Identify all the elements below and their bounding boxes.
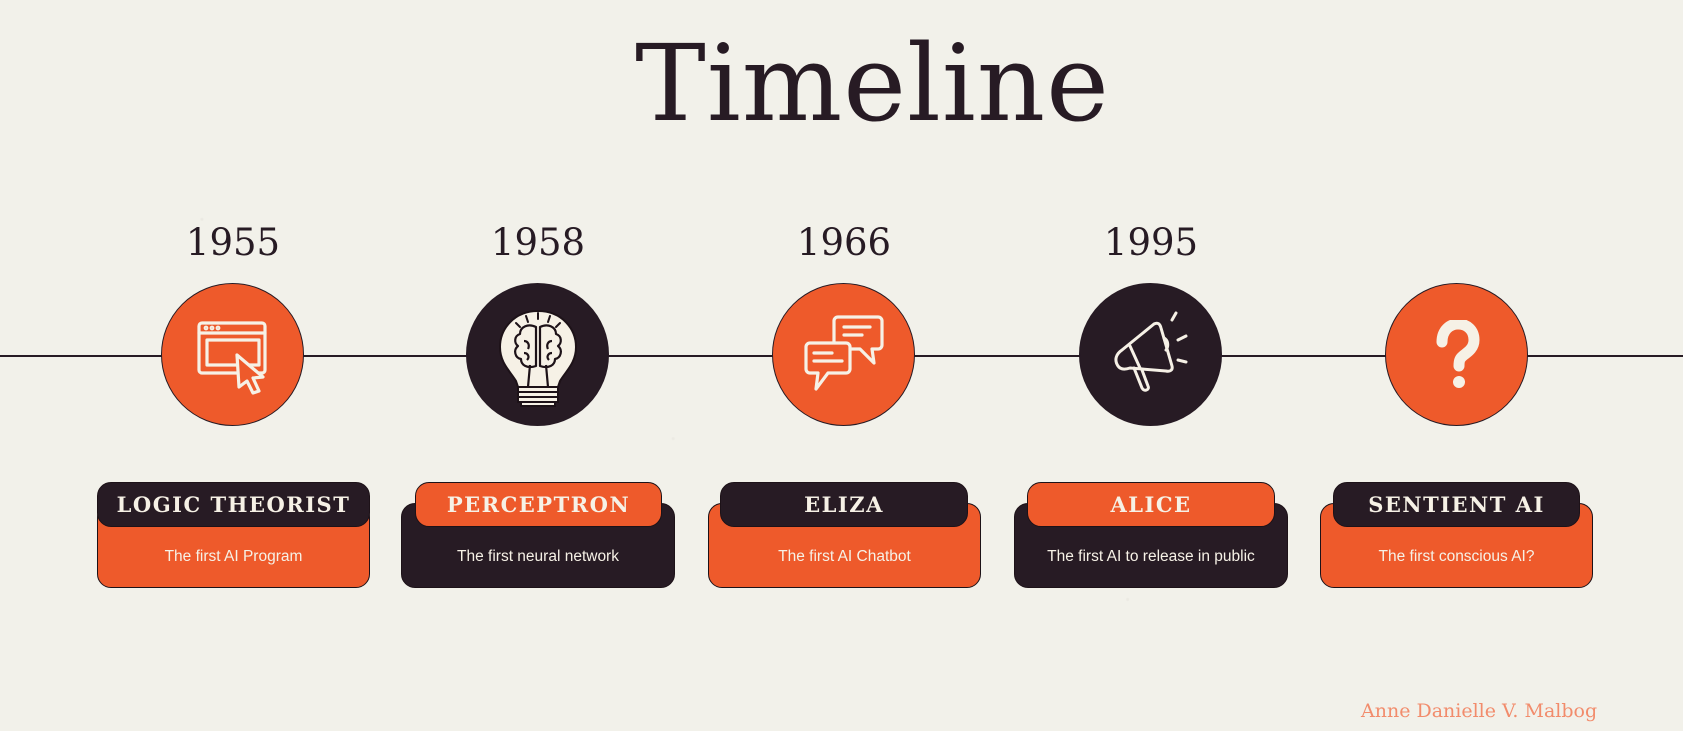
- event-year: 1966: [796, 221, 892, 264]
- brain-lightbulb-icon: [498, 309, 577, 407]
- event-description: The first AI Chatbot: [778, 548, 911, 565]
- event-label-perceptron: PERCEPTRON: [415, 482, 662, 527]
- event-label-sentient-ai: SENTIENT AI: [1333, 482, 1580, 527]
- event-title: ELIZA: [804, 492, 884, 517]
- event-title: SENTIENT AI: [1368, 492, 1545, 517]
- event-description: The first conscious AI?: [1378, 548, 1535, 565]
- event-circle-eliza: [772, 283, 915, 426]
- event-description: The first neural network: [457, 548, 619, 565]
- event-circle-logic-theorist: [161, 283, 304, 426]
- event-description: The first AI Program: [164, 548, 303, 565]
- event-label-eliza: ELIZA: [720, 482, 968, 527]
- event-label-logic-theorist: LOGIC THEORIST: [97, 482, 370, 527]
- page-title: Timeline: [635, 22, 1110, 145]
- event-circle-perceptron: [466, 283, 609, 426]
- chat-bubbles-icon: [803, 314, 884, 391]
- event-year: 1995: [1103, 221, 1199, 264]
- event-title: ALICE: [1110, 492, 1192, 517]
- event-circle-sentient-ai: [1385, 283, 1528, 426]
- event-year: 1958: [490, 221, 586, 264]
- event-description: The first AI to release in public: [1047, 548, 1255, 565]
- megaphone-icon: [1113, 311, 1187, 392]
- author-credit: Anne Danielle V. Malbog: [1361, 700, 1598, 722]
- question-mark-icon: [1436, 319, 1480, 388]
- event-label-alice: ALICE: [1027, 482, 1275, 527]
- event-year: 1955: [185, 221, 281, 264]
- event-circle-alice: [1079, 283, 1222, 426]
- event-title: LOGIC THEORIST: [116, 492, 351, 517]
- browser-cursor-icon: [196, 320, 267, 395]
- event-title: PERCEPTRON: [446, 492, 631, 517]
